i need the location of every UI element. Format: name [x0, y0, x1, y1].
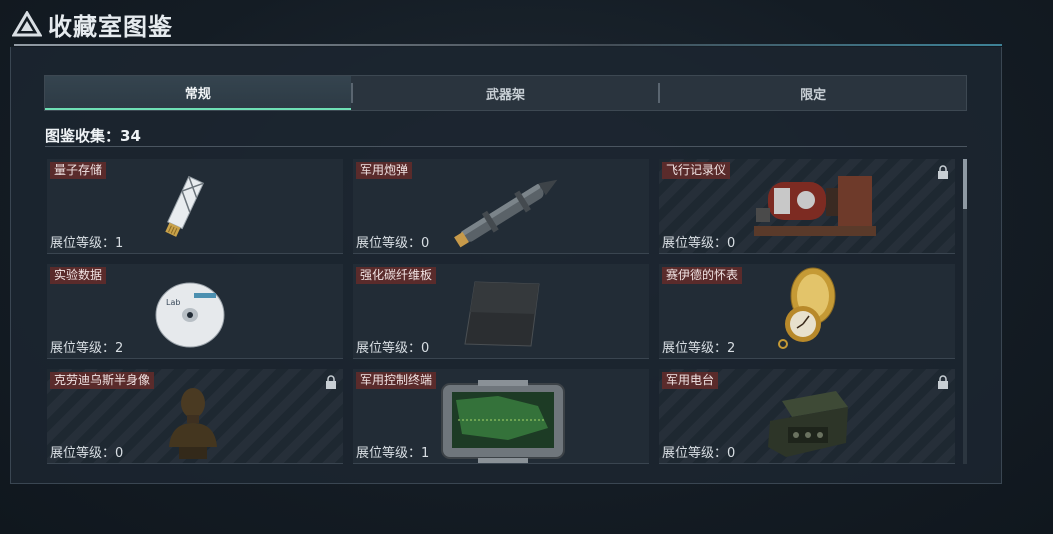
item-name: 量子存储	[50, 162, 107, 179]
collection-count-label: 图鉴收集：	[45, 127, 121, 145]
item-grid: 量子存储 展位等级：1 军用炮弹 展位等级：0 飞行记录仪 展位等级：0 Lab…	[47, 159, 955, 464]
item-level: 展位等级：2	[50, 341, 124, 356]
item-name: 飞行记录仪	[662, 162, 731, 179]
item-level: 展位等级：2	[662, 341, 736, 356]
item-name: 军用电台	[662, 372, 719, 389]
item-card-quantum-storage[interactable]: 量子存储 展位等级：1	[47, 159, 343, 254]
item-level: 展位等级：1	[356, 446, 430, 461]
tab-regular[interactable]: 常规	[45, 76, 351, 110]
item-name: 强化碳纤维板	[356, 267, 437, 284]
item-level: 展位等级：0	[50, 446, 124, 461]
item-card-military-shell[interactable]: 军用炮弹 展位等级：0	[353, 159, 649, 254]
tab-bar: 常规 武器架 限定	[44, 75, 967, 111]
collection-count: 图鉴收集：34	[45, 125, 141, 146]
grid-scrollbar[interactable]	[963, 159, 967, 464]
triangle-logo-icon	[12, 11, 42, 37]
carbon-fiber-plate-icon	[464, 281, 540, 347]
section-divider	[45, 146, 967, 147]
header: 收藏室图鉴	[0, 0, 1053, 46]
lock-icon	[938, 375, 948, 389]
page-title: 收藏室图鉴	[48, 13, 173, 41]
item-level: 展位等级：0	[356, 236, 430, 251]
usb-drive-icon	[165, 175, 205, 237]
flight-recorder-icon	[754, 176, 876, 236]
item-card-military-terminal[interactable]: 军用控制终端 展位等级：1	[353, 369, 649, 464]
item-name: 实验数据	[50, 267, 107, 284]
item-name: 赛伊德的怀表	[662, 267, 743, 284]
bust-statue-icon	[169, 388, 217, 459]
item-card-military-radio[interactable]: 军用电台 展位等级：0	[659, 369, 955, 464]
item-card-experiment-data[interactable]: Lab 实验数据 展位等级：2	[47, 264, 343, 359]
collection-panel: 常规 武器架 限定 图鉴收集：34 量子存储 展位等级：1 军用炮弹 展位等级：…	[10, 47, 1002, 484]
item-level: 展位等级：1	[50, 236, 124, 251]
lock-icon	[326, 375, 336, 389]
header-divider	[14, 44, 1002, 46]
item-card-pocket-watch[interactable]: 赛伊德的怀表 展位等级：2	[659, 264, 955, 359]
tab-weapon-rack[interactable]: 武器架	[353, 76, 659, 110]
item-card-claudius-bust[interactable]: 克劳迪乌斯半身像 展位等级：0	[47, 369, 343, 464]
artillery-shell-icon	[454, 179, 558, 248]
data-disc-icon: Lab	[155, 282, 225, 348]
pocket-watch-icon	[778, 267, 836, 349]
item-level: 展位等级：0	[662, 446, 736, 461]
military-radio-icon	[768, 391, 848, 457]
item-level: 展位等级：0	[662, 236, 736, 251]
collection-count-value: 34	[120, 127, 141, 145]
item-name: 克劳迪乌斯半身像	[50, 372, 155, 389]
item-name: 军用炮弹	[356, 162, 413, 179]
control-terminal-icon	[441, 380, 565, 463]
item-name: 军用控制终端	[356, 372, 437, 389]
svg-text:Lab: Lab	[166, 298, 180, 307]
item-level: 展位等级：0	[356, 341, 430, 356]
item-card-flight-recorder[interactable]: 飞行记录仪 展位等级：0	[659, 159, 955, 254]
item-card-carbon-fiber-plate[interactable]: 强化碳纤维板 展位等级：0	[353, 264, 649, 359]
lock-icon	[938, 165, 948, 179]
tab-limited[interactable]: 限定	[660, 76, 966, 110]
scroll-thumb[interactable]	[963, 159, 967, 209]
